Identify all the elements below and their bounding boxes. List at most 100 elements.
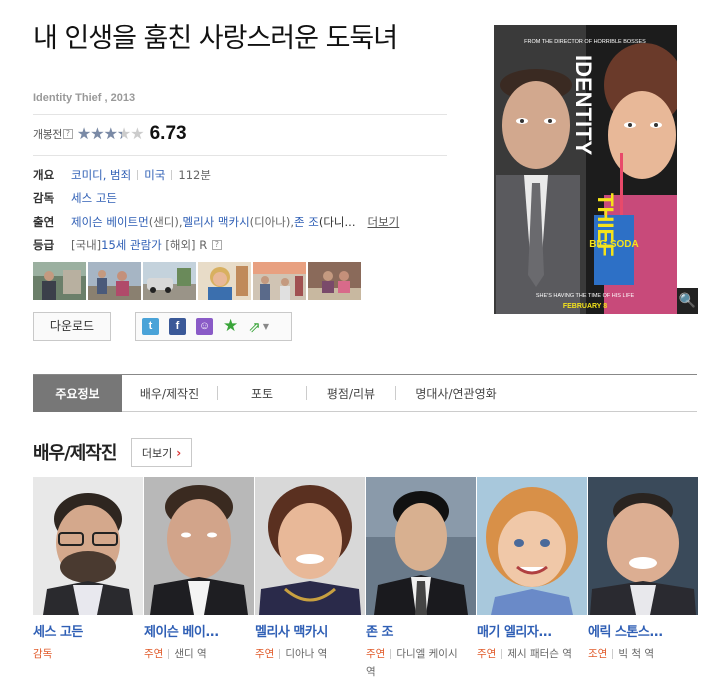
cast-link[interactable]: 존 조 bbox=[294, 214, 319, 230]
still-thumbnail[interactable] bbox=[198, 262, 251, 300]
tab-quotes-related[interactable]: 명대사/연관영화 bbox=[396, 375, 516, 412]
cast-role: 주연 샌디 역 bbox=[144, 645, 248, 663]
cast-photo[interactable] bbox=[477, 477, 587, 615]
cast-role: 감독 bbox=[33, 645, 137, 663]
director-link[interactable]: 세스 고든 bbox=[71, 190, 117, 206]
rating-label: 개봉전 bbox=[33, 128, 62, 141]
cast-name[interactable]: 세스 고든 bbox=[33, 621, 141, 640]
cast-role: 주연 제시 패터슨 역 bbox=[477, 645, 581, 663]
divider bbox=[33, 155, 447, 156]
poster-date: FEBRUARY 8 bbox=[563, 303, 607, 310]
cast-card: 에릭 스톤스... 조연 빅 척 역 bbox=[588, 477, 698, 677]
still-thumbnail[interactable] bbox=[88, 262, 141, 300]
info-label: 감독 bbox=[33, 191, 55, 206]
cast-link[interactable]: 멜리사 맥카시 bbox=[183, 214, 250, 230]
section-title: 배우/제작진 bbox=[33, 443, 117, 464]
grade-overseas: [해외] R bbox=[161, 238, 211, 253]
tab-reviews[interactable]: 평점/리뷰 bbox=[307, 375, 395, 412]
poster-title-1: IDENTITY bbox=[571, 55, 596, 156]
cast-role: (샌디), bbox=[148, 214, 183, 229]
dropdown-arrow-icon: ▼ bbox=[262, 322, 269, 331]
zoom-icon[interactable]: 🔍 bbox=[677, 288, 698, 314]
cast-role-name: 샌디 역 bbox=[174, 648, 207, 660]
share-more-button[interactable]: ⇗ ▼ bbox=[248, 318, 269, 336]
cast-card: 멜리사 맥카시 주연 디아나 역 bbox=[255, 477, 365, 677]
still-thumbnail[interactable] bbox=[308, 262, 361, 300]
runtime: 112분 bbox=[178, 167, 211, 182]
cast-photo[interactable] bbox=[33, 477, 143, 615]
cast-card: 세스 고든 감독 bbox=[33, 477, 143, 677]
facebook-icon[interactable]: f bbox=[169, 318, 186, 335]
cast-role-type: 주연 bbox=[477, 648, 497, 660]
info-label: 출연 bbox=[33, 214, 55, 229]
info-row-grade: 등급 [국내] 15세 관람가 [해외] R ? bbox=[33, 234, 399, 258]
cast-role: 조연 빅 척 역 bbox=[588, 645, 692, 663]
cast-role-type: 주연 bbox=[255, 648, 275, 660]
favorite-star-icon[interactable]: ★ bbox=[223, 318, 238, 335]
cast-role: (다니... bbox=[318, 214, 356, 229]
cast-role-type: 주연 bbox=[144, 648, 164, 660]
cast-role-name: 제시 패터슨 역 bbox=[507, 648, 572, 660]
cast-role: 주연 다니엘 케이시 역 bbox=[366, 645, 470, 677]
poster-top-text: FROM THE DIRECTOR OF HORRIBLE BOSSES bbox=[524, 39, 646, 45]
info-row-summary: 개요 코미디, 범죄 미국 112분 bbox=[33, 163, 399, 187]
genre-link[interactable]: 코미디, 범죄 bbox=[71, 167, 131, 183]
more-label: 더보기 bbox=[141, 446, 173, 460]
cast-name[interactable]: 멜리사 맥카시 bbox=[255, 621, 363, 640]
info-row-director: 감독 세스 고든 bbox=[33, 187, 399, 211]
tab-cast-crew[interactable]: 배우/제작진 bbox=[122, 375, 217, 412]
info-row-cast: 출연 제이슨 베이트먼 (샌디), 멜리사 맥카시 (디아나), 존 조 (다니...… bbox=[33, 210, 399, 234]
rating-stars: ★★★★★ ★★★★★ bbox=[76, 124, 145, 143]
poster-tagline: SHE'S HAVING THE TIME OF HIS LIFE bbox=[536, 293, 635, 299]
rating-help-icon[interactable]: ? bbox=[62, 129, 73, 139]
poster-title-2: THIEF bbox=[593, 193, 618, 257]
cast-photo[interactable] bbox=[144, 477, 254, 615]
tab-photo[interactable]: 포토 bbox=[218, 375, 306, 412]
cast-role-type: 주연 bbox=[366, 648, 386, 660]
tab-main-info[interactable]: 주요정보 bbox=[33, 374, 122, 412]
cast-card: 제이슨 베이... 주연 샌디 역 bbox=[144, 477, 254, 677]
cast-card: 매기 엘리자... 주연 제시 패터슨 역 bbox=[477, 477, 587, 677]
chevron-right-icon: › bbox=[176, 445, 182, 460]
cast-list: 세스 고든 감독 제이슨 베이... 주연 샌디 역 멜리사 맥카시 주연 디아나 … bbox=[33, 477, 698, 677]
share-toolbar: t f ☺ ★ ⇗ ▼ bbox=[135, 312, 292, 341]
cast-role: 주연 디아나 역 bbox=[255, 645, 359, 663]
cast-photo[interactable] bbox=[366, 477, 476, 615]
country-link[interactable]: 미국 bbox=[144, 167, 165, 183]
cast-role: (디아나), bbox=[249, 214, 295, 229]
download-button[interactable]: 다운로드 bbox=[33, 312, 111, 341]
rating-score: 6.73 bbox=[149, 123, 187, 144]
grade-domestic-link[interactable]: 15세 관람가 bbox=[101, 237, 162, 253]
movie-title: 내 인생을 훔친 사랑스러운 도둑녀 bbox=[33, 23, 398, 54]
rating-row: 개봉전 ? ★★★★★ ★★★★★ 6.73 bbox=[33, 123, 187, 144]
chat-share-icon[interactable]: ☺ bbox=[196, 318, 213, 335]
grade-help-icon[interactable]: ? bbox=[211, 240, 222, 251]
still-thumbnail[interactable] bbox=[253, 262, 306, 300]
cast-photo[interactable] bbox=[255, 477, 365, 615]
movie-subtitle: Identity Thief , 2013 bbox=[33, 92, 136, 104]
cast-more-link[interactable]: 더보기 bbox=[367, 214, 399, 230]
cast-name[interactable]: 에릭 스톤스... bbox=[588, 621, 696, 640]
cast-name[interactable]: 존 조 bbox=[366, 621, 474, 640]
cast-link[interactable]: 제이슨 베이트먼 bbox=[71, 214, 149, 230]
stills-strip bbox=[33, 262, 361, 300]
cast-more-button[interactable]: 더보기 › bbox=[131, 438, 192, 467]
cast-role-name: 디아나 역 bbox=[285, 648, 328, 660]
tab-bar: 주요정보 배우/제작진 포토 평점/리뷰 명대사/연관영화 bbox=[33, 374, 697, 412]
still-thumbnail[interactable] bbox=[33, 262, 86, 300]
cast-role-type: 감독 bbox=[33, 648, 53, 660]
cast-role-name: 빅 척 역 bbox=[618, 648, 654, 660]
cast-role-type: 조연 bbox=[588, 648, 608, 660]
still-thumbnail[interactable] bbox=[143, 262, 196, 300]
grade-domestic-prefix: [국내] bbox=[71, 238, 102, 253]
cast-card: 존 조 주연 다니엘 케이시 역 bbox=[366, 477, 476, 677]
info-label: 등급 bbox=[33, 238, 55, 253]
movie-info: 개요 코미디, 범죄 미국 112분 감독 세스 고든 출연 제이슨 베이트먼(… bbox=[33, 163, 399, 257]
info-label: 개요 bbox=[33, 167, 55, 182]
cast-name[interactable]: 매기 엘리자... bbox=[477, 621, 585, 640]
cast-name[interactable]: 제이슨 베이... bbox=[144, 621, 252, 640]
twitter-icon[interactable]: t bbox=[142, 318, 159, 335]
cast-photo[interactable] bbox=[588, 477, 698, 615]
movie-poster[interactable]: BIG SODA IDENTITY THIEF FROM THE DIRECTO… bbox=[494, 25, 677, 314]
divider bbox=[33, 114, 447, 115]
